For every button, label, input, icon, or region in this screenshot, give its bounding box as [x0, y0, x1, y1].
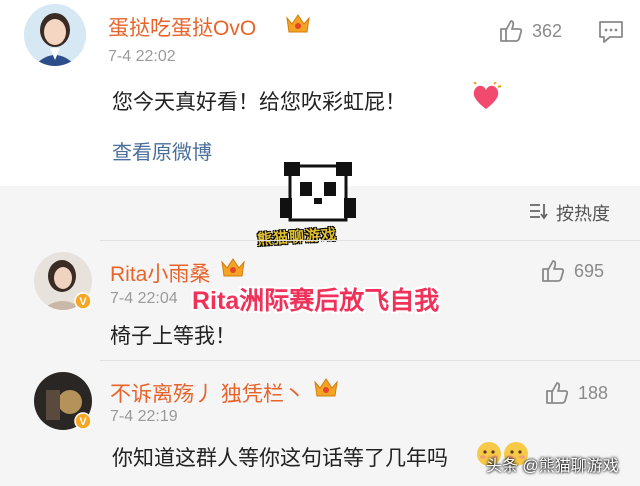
sort-label: 按热度 [556, 204, 610, 224]
avatar[interactable] [24, 4, 86, 66]
comment-time: 7-4 22:19 [110, 408, 178, 425]
crown-badge-icon [313, 376, 339, 405]
sort-icon [528, 202, 548, 225]
like-count: 188 [578, 382, 609, 403]
like-button[interactable]: 188 [544, 380, 608, 406]
thumbs-up-icon [498, 18, 524, 44]
thumbs-up-icon [540, 258, 566, 284]
sort-control[interactable]: 按热度 [528, 200, 610, 226]
comment-text: 你知道这群人等你这句话等了几年吗 [112, 447, 448, 470]
view-original-link[interactable]: 查看原微博 [112, 136, 212, 165]
like-button[interactable]: 695 [540, 258, 604, 284]
verified-badge-icon: V [74, 412, 92, 435]
crown-badge-icon [285, 12, 311, 41]
message-icon[interactable] [598, 20, 624, 49]
comment-text: 椅子上等我！ [110, 325, 236, 348]
comment-time: 7-4 22:04 [110, 290, 178, 307]
thumbs-up-icon [544, 380, 570, 406]
comment-time: 7-4 22:02 [108, 48, 176, 65]
comment-text: 您今天真好看！给您吹彩虹屁！ [112, 91, 406, 114]
username[interactable]: 蛋挞吃蛋挞OvO [108, 12, 256, 42]
svg-text:V: V [79, 416, 87, 428]
like-count: 695 [574, 260, 605, 281]
svg-text:V: V [79, 296, 87, 308]
like-count: 362 [532, 20, 563, 41]
divider [100, 360, 640, 361]
verified-badge-icon: V [74, 292, 92, 315]
username[interactable]: 不诉离殇丿 独凭栏丶 [110, 378, 305, 408]
heart-emoji-icon [470, 81, 502, 117]
video-overlay-caption: Rita洲际赛后放飞自我 [192, 287, 440, 315]
like-button[interactable]: 362 [498, 18, 562, 44]
divider [100, 240, 640, 241]
footer-watermark: 头条 @熊猫聊游戏 [486, 458, 619, 475]
